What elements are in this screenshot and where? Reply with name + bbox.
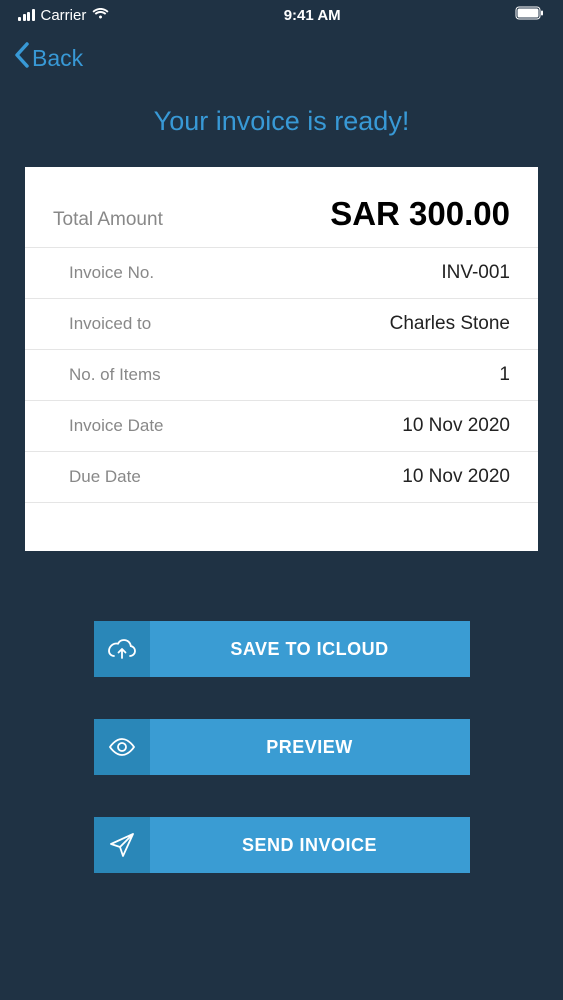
- chevron-left-icon: [14, 42, 30, 74]
- invoice-field-row: Invoice No. INV-001: [25, 248, 538, 299]
- page-title: Your invoice is ready!: [0, 106, 563, 137]
- total-amount: SAR 300.00: [330, 195, 510, 233]
- preview-label: PREVIEW: [150, 719, 470, 775]
- field-value-invoiced-to: Charles Stone: [390, 313, 510, 335]
- content-area: Your invoice is ready! Total Amount SAR …: [0, 86, 563, 873]
- carrier-label: Carrier: [41, 7, 87, 24]
- field-label-invoice-date: Invoice Date: [69, 416, 164, 436]
- send-invoice-button[interactable]: SEND INVOICE: [94, 817, 470, 873]
- status-time: 9:41 AM: [284, 7, 341, 24]
- preview-button[interactable]: PREVIEW: [94, 719, 470, 775]
- status-bar: Carrier 9:41 AM: [0, 0, 563, 30]
- invoice-field-row: Due Date 10 Nov 2020: [25, 452, 538, 503]
- signal-icon: [18, 9, 35, 21]
- status-right: [515, 6, 545, 24]
- header-bar: Back: [0, 30, 563, 86]
- invoice-field-row: Invoice Date 10 Nov 2020: [25, 401, 538, 452]
- actions: SAVE TO ICLOUD PREVIEW SEND INVOICE: [0, 621, 563, 873]
- status-left: Carrier: [18, 7, 109, 24]
- send-label: SEND INVOICE: [150, 817, 470, 873]
- back-button[interactable]: Back: [14, 42, 83, 74]
- field-value-invoice-date: 10 Nov 2020: [402, 415, 510, 437]
- save-label: SAVE TO ICLOUD: [150, 621, 470, 677]
- field-label-due-date: Due Date: [69, 467, 141, 487]
- invoice-field-row: Invoiced to Charles Stone: [25, 299, 538, 350]
- field-label-invoiced-to: Invoiced to: [69, 314, 151, 334]
- total-label: Total Amount: [53, 209, 163, 231]
- back-label: Back: [32, 45, 83, 72]
- wifi-icon: [92, 7, 109, 24]
- field-value-invoice-no: INV-001: [441, 262, 510, 284]
- eye-icon: [94, 719, 150, 775]
- invoice-card: Total Amount SAR 300.00 Invoice No. INV-…: [25, 167, 538, 551]
- battery-icon: [515, 6, 545, 24]
- field-label-invoice-no: Invoice No.: [69, 263, 154, 283]
- field-value-due-date: 10 Nov 2020: [402, 466, 510, 488]
- save-to-icloud-button[interactable]: SAVE TO ICLOUD: [94, 621, 470, 677]
- total-row: Total Amount SAR 300.00: [25, 195, 538, 248]
- invoice-field-row: No. of Items 1: [25, 350, 538, 401]
- field-value-items: 1: [499, 364, 510, 386]
- field-label-items: No. of Items: [69, 365, 161, 385]
- cloud-upload-icon: [94, 621, 150, 677]
- paper-plane-icon: [94, 817, 150, 873]
